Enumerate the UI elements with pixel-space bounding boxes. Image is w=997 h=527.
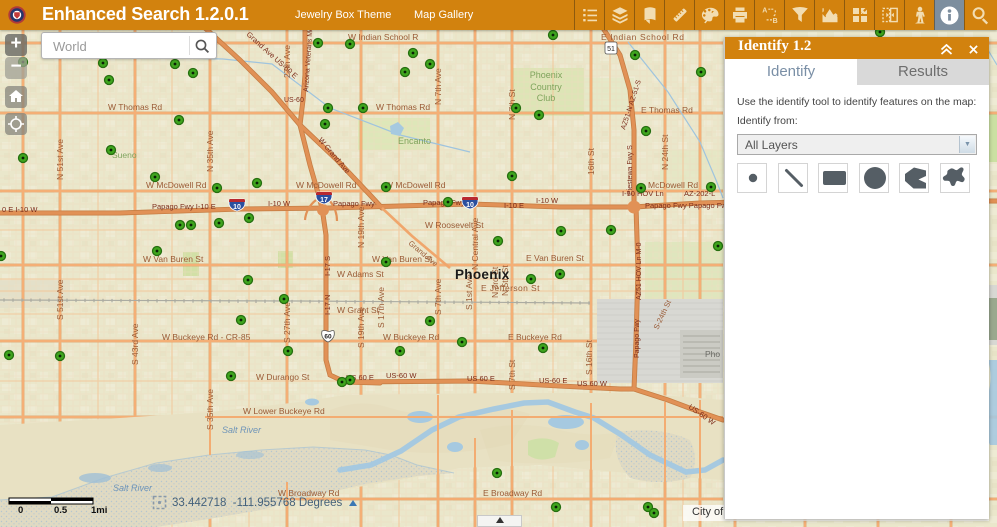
svg-text:W Buckeye Rd: W Buckeye Rd <box>383 332 439 342</box>
svg-text:Papago Fwy: Papago Fwy <box>634 319 641 358</box>
svg-text:W Van Buren St: W Van Buren St <box>143 254 204 264</box>
svg-text:I-10 W: I-10 W <box>536 196 559 205</box>
svg-text:Encanto: Encanto <box>398 136 431 146</box>
svg-text:27th Ave: 27th Ave <box>282 45 292 78</box>
svg-text:S 27th Ave: S 27th Ave <box>282 302 292 343</box>
svg-text:N 51st Ave: N 51st Ave <box>55 139 65 180</box>
svg-text:W Lower Buckeye Rd: W Lower Buckeye Rd <box>243 406 325 416</box>
svg-text:S 16th St: S 16th St <box>584 339 594 375</box>
svg-text:B: B <box>772 18 777 25</box>
svg-text:0 E I-10 W: 0 E I-10 W <box>2 205 38 214</box>
svg-text:W Indian School R: W Indian School R <box>348 32 418 42</box>
svg-text:Phoenix: Phoenix <box>455 267 510 282</box>
svg-text:N 35th Ave: N 35th Ave <box>205 130 215 172</box>
svg-text:E Indian School Rd: E Indian School Rd <box>601 32 685 42</box>
svg-text:Papago Fwy Papago Fwy: Papago Fwy Papago Fwy <box>645 201 731 210</box>
svg-text:Club: Club <box>537 93 556 103</box>
svg-text:N 24th St: N 24th St <box>660 134 670 170</box>
svg-text:W Adams St: W Adams St <box>337 269 384 279</box>
svg-text:S 7th Ave: S 7th Ave <box>433 278 443 315</box>
svg-text:16th St: 16th St <box>586 147 596 175</box>
svg-text:S 17th Ave: S 17th Ave <box>376 287 386 328</box>
svg-text:W McDowell Rd: W McDowell Rd <box>385 180 446 190</box>
svg-text:E Van Buren St: E Van Buren St <box>526 253 585 263</box>
svg-text:Papago Fwy I-10 E: Papago Fwy I-10 E <box>152 202 216 211</box>
svg-text:S 7th St: S 7th St <box>507 359 517 390</box>
svg-text:I-17 S: I-17 S <box>323 256 332 276</box>
svg-text:Salt River: Salt River <box>222 425 262 435</box>
svg-text:W Thomas Rd: W Thomas Rd <box>108 102 162 112</box>
svg-text:S 43rd Ave: S 43rd Ave <box>130 323 140 365</box>
svg-text:S 35th Ave: S 35th Ave <box>205 389 215 430</box>
svg-text:US-60 W: US-60 W <box>386 371 417 380</box>
svg-text:E Thomas Rd: E Thomas Rd <box>641 105 693 115</box>
svg-text:17: 17 <box>320 197 328 204</box>
svg-text:A: A <box>762 7 767 14</box>
svg-text:E Buckeye Rd: E Buckeye Rd <box>508 332 562 342</box>
svg-text:W McDowell Rd: W McDowell Rd <box>296 180 357 190</box>
svg-text:E Broadway Rd: E Broadway Rd <box>483 488 542 498</box>
svg-text:US-60 E: US-60 E <box>539 376 567 385</box>
svg-text:W Buckeye Rd - CR-85: W Buckeye Rd - CR-85 <box>162 332 251 342</box>
svg-text:N 7th Ave: N 7th Ave <box>433 68 443 105</box>
svg-text:Phoenix: Phoenix <box>530 70 563 80</box>
svg-text:S 19th Ave: S 19th Ave <box>356 307 366 348</box>
svg-text:S 51st Ave: S 51st Ave <box>55 279 65 320</box>
svg-text:51: 51 <box>607 46 615 53</box>
svg-text:US-60: US-60 <box>284 97 304 104</box>
svg-text:W Durango St: W Durango St <box>256 372 310 382</box>
svg-text:N Central Ave: N Central Ave <box>470 217 480 270</box>
svg-text:AZ51 HOV Ln M-0: AZ51 HOV Ln M-0 <box>636 242 643 300</box>
svg-text:US 60 W: US 60 W <box>577 379 608 388</box>
svg-text:US 60 E: US 60 E <box>467 374 495 383</box>
svg-text:Piestewa Fwy S: Piestewa Fwy S <box>627 145 634 195</box>
svg-text:Pho: Pho <box>705 349 720 359</box>
svg-text:I-17 N: I-17 N <box>323 295 332 315</box>
svg-text:Salt River: Salt River <box>113 483 153 493</box>
svg-text:60: 60 <box>324 334 332 341</box>
svg-text:I-10 E: I-10 E <box>504 201 524 210</box>
svg-text:W Thomas Rd: W Thomas Rd <box>376 102 430 112</box>
svg-text:10: 10 <box>466 202 474 209</box>
svg-text:I-10 W: I-10 W <box>268 199 291 208</box>
svg-text:10: 10 <box>233 204 241 211</box>
svg-text:Country: Country <box>530 82 562 92</box>
svg-text:Papago Fwy: Papago Fwy <box>333 199 375 208</box>
svg-text:N 19th Ave: N 19th Ave <box>356 206 366 248</box>
